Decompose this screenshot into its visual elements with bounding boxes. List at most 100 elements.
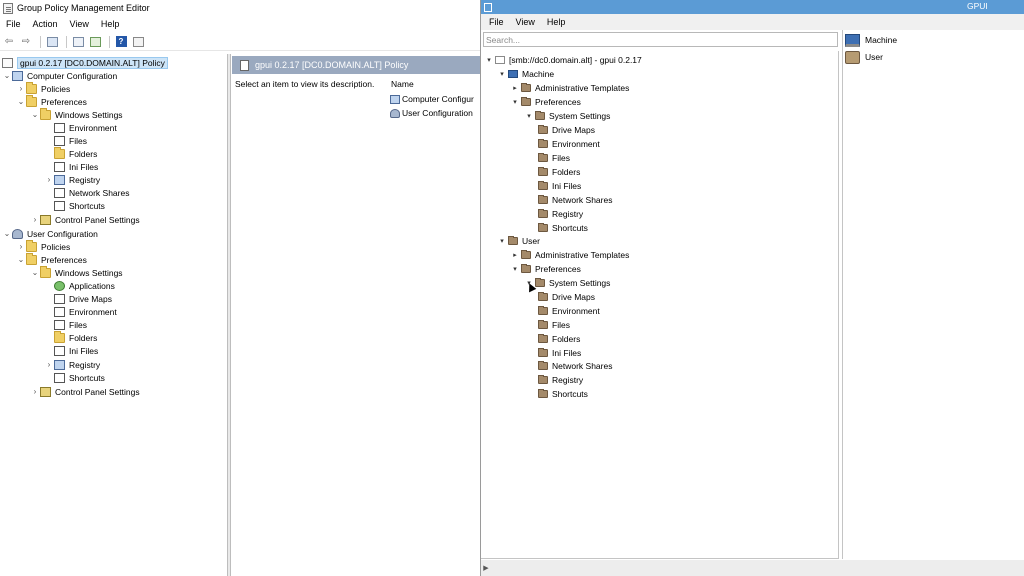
- tree-item-machine-system-settings[interactable]: ▾ System Settings: [523, 109, 610, 122]
- tree-item-user-environment[interactable]: Environment: [44, 305, 117, 318]
- chevron-down-icon[interactable]: ⌄: [30, 268, 40, 277]
- chevron-down-icon[interactable]: ▾: [509, 265, 521, 273]
- tree-item-machine-preferences[interactable]: ▾ Preferences: [509, 95, 581, 108]
- chevron-right-icon[interactable]: ›: [16, 84, 26, 93]
- show-hide-tree-icon[interactable]: [45, 35, 59, 49]
- list-item-user[interactable]: User: [845, 49, 883, 65]
- chevron-down-icon[interactable]: ⌄: [2, 71, 12, 80]
- back-arrow-icon[interactable]: ⇦: [2, 35, 16, 49]
- tree-item-shortcuts[interactable]: Shortcuts: [44, 199, 105, 212]
- name-column-header[interactable]: Name: [391, 79, 414, 89]
- chevron-right-icon[interactable]: ▸: [509, 251, 521, 259]
- chevron-down-icon[interactable]: ▾: [483, 56, 495, 64]
- list-item-user-configuration[interactable]: User Configuration: [390, 108, 473, 118]
- tree-item-user-files[interactable]: Files: [44, 318, 87, 331]
- menu-help[interactable]: Help: [541, 17, 572, 27]
- tree-item-user-ini-files[interactable]: Ini Files: [44, 344, 98, 357]
- tree-item-folders[interactable]: Folders: [44, 146, 97, 160]
- tree-label: Ini Files: [69, 161, 99, 172]
- tree-item-user-environment[interactable]: Environment: [538, 304, 600, 317]
- tree-item-ini-files[interactable]: Ini Files: [44, 160, 98, 173]
- tree-item-machine-network-shares[interactable]: Network Shares: [538, 193, 612, 206]
- chevron-right-icon[interactable]: ›: [44, 360, 54, 369]
- help-icon[interactable]: ?: [114, 35, 128, 49]
- tree-item-user-network-shares[interactable]: Network Shares: [538, 359, 612, 372]
- search-input[interactable]: [483, 32, 838, 47]
- forward-arrow-icon[interactable]: ⇨: [19, 35, 33, 49]
- menu-view[interactable]: View: [64, 19, 95, 29]
- tree-item-user-registry[interactable]: Registry: [538, 373, 583, 386]
- tree-item-registry[interactable]: › Registry: [44, 173, 100, 186]
- chevron-down-icon[interactable]: ⌄: [30, 110, 40, 119]
- chevron-down-icon[interactable]: ⌄: [2, 229, 12, 238]
- tree-item-machine-folders[interactable]: Folders: [538, 165, 580, 178]
- tree-item-machine-files[interactable]: Files: [538, 151, 570, 164]
- tree-item-user-preferences[interactable]: ▾ Preferences: [509, 262, 581, 275]
- tree-item-preferences[interactable]: ⌄ Preferences: [16, 94, 87, 108]
- tree-item-network-shares[interactable]: Network Shares: [44, 186, 129, 199]
- tree-item-machine-environment[interactable]: Environment: [538, 137, 600, 150]
- gpui-tree-pane[interactable]: ▾ [smb://dc0.domain.alt] - gpui 0.2.17 ▾…: [481, 51, 839, 559]
- tree-item-control-panel-settings[interactable]: › Control Panel Settings: [30, 213, 140, 226]
- scroll-left-icon[interactable]: ▶: [481, 564, 491, 572]
- chevron-down-icon[interactable]: ▾: [509, 98, 521, 106]
- view-icon[interactable]: [131, 35, 145, 49]
- chevron-down-icon[interactable]: ▾: [496, 237, 508, 245]
- tree-item-user-folders[interactable]: Folders: [44, 330, 97, 344]
- tree-item-user-configuration[interactable]: ⌄ User Configuration: [2, 227, 98, 240]
- menu-file[interactable]: File: [0, 19, 27, 29]
- tree-item-policies[interactable]: › Policies: [16, 81, 70, 95]
- folder-icon: [26, 252, 37, 265]
- tree-item-machine-drive-maps[interactable]: Drive Maps: [538, 123, 595, 136]
- tree-item-user-admin-templates[interactable]: ▸ Administrative Templates: [509, 248, 629, 261]
- export-list-icon[interactable]: [88, 35, 102, 49]
- tree-item-computer-configuration[interactable]: ⌄ Computer Configuration: [2, 69, 117, 82]
- tree-item-files[interactable]: Files: [44, 134, 87, 147]
- gpui-list-pane[interactable]: Machine User: [842, 30, 1024, 559]
- list-item-machine[interactable]: Machine: [845, 32, 897, 48]
- tree-item-machine-registry[interactable]: Registry: [538, 207, 583, 220]
- tree-item-user-windows-settings[interactable]: ⌄ Windows Settings: [30, 265, 123, 279]
- properties-icon[interactable]: [71, 35, 85, 49]
- tree-item-machine-shortcuts[interactable]: Shortcuts: [538, 221, 588, 234]
- tree-root[interactable]: ▾ [smb://dc0.domain.alt] - gpui 0.2.17: [483, 53, 642, 66]
- tree-item-windows-settings[interactable]: ⌄ Windows Settings: [30, 107, 123, 121]
- menu-file[interactable]: File: [483, 17, 510, 27]
- chevron-right-icon[interactable]: ›: [30, 215, 40, 224]
- menu-action[interactable]: Action: [27, 19, 64, 29]
- chevron-right-icon[interactable]: ▸: [509, 84, 521, 92]
- menu-help[interactable]: Help: [95, 19, 126, 29]
- chevron-down-icon[interactable]: ▾: [496, 70, 508, 78]
- tree-item-environment[interactable]: Environment: [44, 121, 117, 134]
- tree-item-user-shortcuts[interactable]: Shortcuts: [538, 387, 588, 400]
- tree-item-user-control-panel-settings[interactable]: › Control Panel Settings: [30, 385, 140, 398]
- chevron-right-icon[interactable]: ›: [44, 175, 54, 184]
- tree-item-user-registry[interactable]: › Registry: [44, 358, 100, 371]
- chevron-down-icon[interactable]: ▾: [523, 112, 535, 120]
- tree-item-applications[interactable]: Applications: [44, 279, 115, 292]
- tree-item-machine[interactable]: ▾ Machine: [496, 67, 554, 80]
- tree-item-machine-ini-files[interactable]: Ini Files: [538, 179, 581, 192]
- tree-item-user-shortcuts[interactable]: Shortcuts: [44, 371, 105, 384]
- tree-label: Registry: [552, 208, 584, 219]
- tree-item-machine-admin-templates[interactable]: ▸ Administrative Templates: [509, 81, 629, 94]
- tree-item-user-drive-maps[interactable]: Drive Maps: [538, 290, 595, 303]
- tree-root[interactable]: gpui 0.2.17 [DC0.DOMAIN.ALT] Policy: [2, 56, 168, 69]
- tree-item-user-ini-files[interactable]: Ini Files: [538, 346, 581, 359]
- tree-item-drive-maps[interactable]: Drive Maps: [44, 292, 112, 305]
- chevron-down-icon[interactable]: ⌄: [16, 97, 26, 106]
- chevron-down-icon[interactable]: ⌄: [16, 255, 26, 264]
- tree-item-user-folders[interactable]: Folders: [538, 332, 580, 345]
- tree-item-user-system-settings[interactable]: ▾ System Settings: [523, 276, 610, 289]
- horizontal-scrollbar[interactable]: ▶: [481, 560, 1024, 576]
- tree-item-user[interactable]: ▾ User: [496, 234, 540, 247]
- gpme-tree-pane[interactable]: gpui 0.2.17 [DC0.DOMAIN.ALT] Policy ⌄ Co…: [0, 54, 228, 576]
- tree-item-user-policies[interactable]: › Policies: [16, 239, 70, 253]
- tree-item-user-files[interactable]: Files: [538, 318, 570, 331]
- list-item-computer-configuration[interactable]: Computer Configur: [390, 94, 474, 104]
- pane-splitter[interactable]: [228, 54, 231, 576]
- tree-item-user-preferences[interactable]: ⌄ Preferences: [16, 252, 87, 266]
- chevron-right-icon[interactable]: ›: [30, 387, 40, 396]
- chevron-right-icon[interactable]: ›: [16, 242, 26, 251]
- menu-view[interactable]: View: [510, 17, 541, 27]
